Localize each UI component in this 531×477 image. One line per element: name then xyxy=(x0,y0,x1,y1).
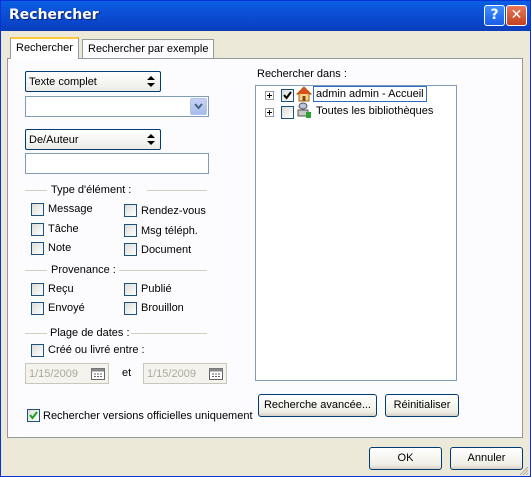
published-checkbox[interactable] xyxy=(124,283,137,296)
sent-label: Envoyé xyxy=(48,302,85,314)
document-checkbox[interactable] xyxy=(124,243,137,256)
received-checkbox[interactable] xyxy=(31,283,44,296)
published-label: Publié xyxy=(141,283,172,295)
advanced-search-button[interactable]: Recherche avancée... xyxy=(258,394,377,417)
document-label: Document xyxy=(141,244,192,256)
official-versions-checkbox[interactable] xyxy=(27,409,40,422)
appointment-checkbox[interactable] xyxy=(124,204,137,217)
help-button[interactable]: ? xyxy=(484,5,505,26)
search-in-label: Rechercher dans : xyxy=(257,68,347,80)
calendar-icon[interactable] xyxy=(209,368,223,380)
field-select-value: De/Auteur xyxy=(29,134,79,146)
chevron-down-icon xyxy=(194,103,203,110)
divider xyxy=(25,270,47,271)
search-dialog: Rechercher ? ✕ Rechercher Rechercher par… xyxy=(0,0,531,477)
search-text-combo[interactable] xyxy=(25,96,209,117)
close-button[interactable]: ✕ xyxy=(506,5,527,26)
date-range-label: Plage de dates : xyxy=(50,327,130,339)
date-from-input[interactable]: 1/15/2009 xyxy=(25,363,109,384)
date-to-value: 1/15/2009 xyxy=(147,368,196,380)
cancel-button[interactable]: Annuler xyxy=(450,447,523,470)
field-select[interactable]: De/Auteur xyxy=(25,129,161,150)
date-range-checkbox[interactable] xyxy=(31,344,44,357)
message-checkbox[interactable] xyxy=(31,203,44,216)
updown-arrow-icon xyxy=(147,76,155,87)
tab-search[interactable]: Rechercher xyxy=(10,37,79,59)
draft-label: Brouillon xyxy=(141,302,184,314)
message-label: Message xyxy=(48,203,93,215)
library-icon xyxy=(297,102,311,118)
resize-grip-icon[interactable] xyxy=(519,466,529,476)
ok-button[interactable]: OK xyxy=(369,447,442,470)
search-location-tree[interactable]: admin admin - Accueil Toutes les bibliot… xyxy=(255,85,457,381)
window-title: Rechercher xyxy=(9,7,99,23)
home-icon xyxy=(296,86,312,102)
checkmark-icon xyxy=(29,411,38,420)
official-versions-label: Rechercher versions officielles uniqueme… xyxy=(43,410,253,422)
received-label: Reçu xyxy=(48,283,74,295)
field-value-input[interactable] xyxy=(25,153,209,174)
divider xyxy=(119,270,207,271)
sent-checkbox[interactable] xyxy=(31,302,44,315)
note-label: Note xyxy=(48,242,72,254)
home-checkbox[interactable] xyxy=(281,89,294,102)
date-range-checkbox-label: Créé ou livré entre : xyxy=(48,344,145,356)
checkmark-icon xyxy=(283,91,292,100)
all-libraries-checkbox[interactable] xyxy=(281,106,294,119)
search-mode-value: Texte complet xyxy=(29,76,97,88)
note-checkbox[interactable] xyxy=(31,242,44,255)
task-checkbox[interactable] xyxy=(31,223,44,236)
draft-checkbox[interactable] xyxy=(124,302,137,315)
tree-item-all-libraries[interactable]: Toutes les bibliothèques xyxy=(316,105,433,117)
divider xyxy=(25,333,47,334)
date-from-value: 1/15/2009 xyxy=(29,368,78,380)
phone-message-checkbox[interactable] xyxy=(124,224,137,237)
divider xyxy=(131,333,207,334)
tab-search-by-example[interactable]: Rechercher par exemple xyxy=(82,39,215,59)
dropdown-button[interactable] xyxy=(190,98,207,115)
origin-label: Provenance : xyxy=(51,264,116,276)
reset-button[interactable]: Réinitialiser xyxy=(385,394,459,417)
search-mode-select[interactable]: Texte complet xyxy=(25,71,161,92)
tree-item-home[interactable]: admin admin - Accueil xyxy=(313,86,427,102)
appointment-label: Rendez-vous xyxy=(141,205,206,217)
title-bar[interactable]: Rechercher ? ✕ xyxy=(1,1,530,31)
item-type-label: Type d'élément : xyxy=(51,184,132,196)
expand-icon[interactable] xyxy=(265,91,274,100)
date-to-input[interactable]: 1/15/2009 xyxy=(143,363,227,384)
updown-arrow-icon xyxy=(147,134,155,145)
divider xyxy=(25,190,47,191)
phone-message-label: Msg téléph. xyxy=(141,225,198,237)
expand-icon[interactable] xyxy=(265,108,274,117)
calendar-icon[interactable] xyxy=(91,368,105,380)
date-and-label: et xyxy=(122,367,132,379)
divider xyxy=(147,190,207,191)
task-label: Tâche xyxy=(48,223,79,235)
